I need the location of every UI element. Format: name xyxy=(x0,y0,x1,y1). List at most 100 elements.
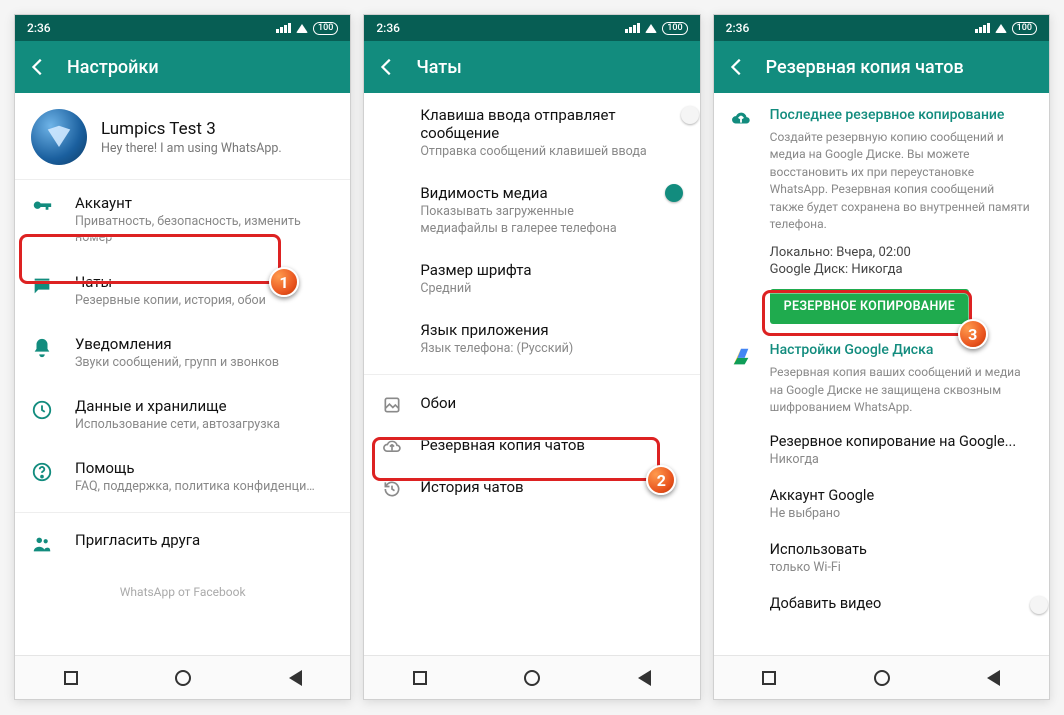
chat-icon xyxy=(31,275,55,297)
app-bar: Резервная копия чатов xyxy=(714,41,1049,93)
battery-icon: 100 xyxy=(662,22,687,35)
screen-title: Чаты xyxy=(416,57,461,78)
cloud-upload-icon xyxy=(730,107,752,129)
item-sub: Звуки сообщений, групп и звонков xyxy=(75,355,279,371)
nav-back-icon[interactable] xyxy=(289,670,302,686)
settings-item-help[interactable]: Помощь FAQ, поддержка, политика конфиден… xyxy=(15,445,350,507)
setting-media-visibility[interactable]: Видимость медиа Показывать загруженные м… xyxy=(364,171,699,248)
item-title: Обои xyxy=(420,394,456,412)
wifi-icon xyxy=(296,24,308,33)
gdrive-heading: Настройки Google Диска xyxy=(770,342,1031,358)
nav-home-icon[interactable] xyxy=(175,670,191,686)
item-title: Использовать xyxy=(770,541,1031,558)
item-title: Уведомления xyxy=(75,335,279,353)
settings-item-account[interactable]: Аккаунт Приватность, безопасность, измен… xyxy=(15,180,350,259)
status-bar: 2:36 100 xyxy=(364,15,699,41)
item-title: Резервная копия чатов xyxy=(420,436,585,454)
divider xyxy=(364,374,699,375)
back-icon[interactable] xyxy=(726,56,748,78)
item-title: Чаты xyxy=(75,273,266,291)
back-icon[interactable] xyxy=(376,56,398,78)
item-title: Язык приложения xyxy=(420,321,573,339)
settings-item-invite[interactable]: Пригласить друга xyxy=(15,517,350,567)
setting-enter-sends[interactable]: Клавиша ввода отправляет сообщение Отпра… xyxy=(364,93,699,171)
item-title: Помощь xyxy=(75,459,315,477)
settings-content: Lumpics Test 3 Hey there! I am using Wha… xyxy=(15,93,350,655)
item-title: Пригласить друга xyxy=(75,531,200,549)
row-wallpaper[interactable]: Обои xyxy=(364,381,699,423)
gdrive-backup-info: Google Диск: Никогда xyxy=(770,262,1031,277)
settings-item-notifications[interactable]: Уведомления Звуки сообщений, групп и зво… xyxy=(15,321,350,383)
item-sub: Отправка сообщений клавишей ввода xyxy=(420,144,650,160)
invite-icon xyxy=(31,533,55,555)
nav-home-icon[interactable] xyxy=(524,670,540,686)
chats-content: Клавиша ввода отправляет сообщение Отпра… xyxy=(364,93,699,655)
backup-now-button[interactable]: РЕЗЕРВНОЕ КОПИРОВАНИЕ xyxy=(770,289,969,324)
nav-home-icon[interactable] xyxy=(874,670,890,686)
signal-icon xyxy=(276,23,291,33)
screen-title: Настройки xyxy=(67,57,159,78)
item-sub: Показывать загруженные медиафайлы в гале… xyxy=(420,204,650,237)
profile-status: Hey there! I am using WhatsApp. xyxy=(101,141,282,156)
wallpaper-icon xyxy=(382,395,402,415)
nav-recents-icon[interactable] xyxy=(64,671,78,685)
status-right: 100 xyxy=(625,22,687,35)
item-title: Резервное копирование на Google... xyxy=(770,433,1031,450)
item-sub: Язык телефона: (Русский) xyxy=(420,341,573,357)
profile-row[interactable]: Lumpics Test 3 Hey there! I am using Wha… xyxy=(15,93,350,180)
nav-back-icon[interactable] xyxy=(638,670,651,686)
status-time: 2:36 xyxy=(27,21,51,35)
nav-recents-icon[interactable] xyxy=(413,671,427,685)
help-icon xyxy=(31,461,55,483)
screenshot-settings: 2:36 100 Настройки Lumpics Test 3 Hey th… xyxy=(14,14,351,700)
back-icon[interactable] xyxy=(27,56,49,78)
setting-app-language[interactable]: Язык приложения Язык телефона: (Русский) xyxy=(364,308,699,368)
screenshot-backup: 2:36 100 Резервная копия чатов Последнее… xyxy=(713,14,1050,700)
status-bar: 2:36 100 xyxy=(15,15,350,41)
gdrive-desc: Резервная копия ваших сообщений и медиа … xyxy=(770,364,1031,416)
setting-font-size[interactable]: Размер шрифта Средний xyxy=(364,248,699,308)
settings-item-chats[interactable]: Чаты Резервные копии, история, обои xyxy=(15,259,350,321)
item-sub: Резервные копии, история, обои xyxy=(75,293,266,309)
row-backup-over[interactable]: Использовать только Wi-Fi xyxy=(714,531,1049,585)
settings-item-data[interactable]: Данные и хранилище Использование сети, а… xyxy=(15,383,350,445)
signal-icon xyxy=(625,23,640,33)
item-title: Клавиша ввода отправляет сообщение xyxy=(420,106,681,142)
history-icon xyxy=(382,479,402,499)
last-backup-desc: Создайте резервную копию сообщений и мед… xyxy=(770,129,1031,233)
nav-back-icon[interactable] xyxy=(987,670,1000,686)
google-drive-icon xyxy=(730,346,752,368)
wifi-icon xyxy=(645,24,657,33)
row-google-account[interactable]: Аккаунт Google Не выбрано xyxy=(714,477,1049,531)
avatar xyxy=(31,109,87,165)
data-icon xyxy=(31,399,55,421)
last-backup-heading: Последнее резервное копирование xyxy=(770,107,1031,123)
screenshot-chats: 2:36 100 Чаты Клавиша ввода отправляет с… xyxy=(363,14,700,700)
item-sub: Средний xyxy=(420,281,531,297)
status-time: 2:36 xyxy=(376,21,400,35)
item-sub: Использование сети, автозагрузка xyxy=(75,417,280,433)
row-history[interactable]: История чатов xyxy=(364,465,699,507)
cloud-upload-icon xyxy=(382,437,402,457)
battery-icon: 100 xyxy=(1012,22,1037,35)
nav-recents-icon[interactable] xyxy=(762,671,776,685)
app-bar: Чаты xyxy=(364,41,699,93)
key-icon xyxy=(31,196,55,218)
battery-icon: 100 xyxy=(313,22,338,35)
row-backup-frequency[interactable]: Резервное копирование на Google... Никог… xyxy=(714,423,1049,477)
footer-text: WhatsApp от Facebook xyxy=(15,567,350,605)
row-include-video[interactable]: Добавить видео xyxy=(714,585,1049,622)
signal-icon xyxy=(975,23,990,33)
last-backup-block: Последнее резервное копирование Создайте… xyxy=(714,93,1049,332)
item-title: Аккаунт xyxy=(75,194,334,212)
wifi-icon xyxy=(995,24,1007,33)
status-right: 100 xyxy=(276,22,338,35)
android-navbar xyxy=(714,655,1049,699)
status-right: 100 xyxy=(975,22,1037,35)
backup-content: Последнее резервное копирование Создайте… xyxy=(714,93,1049,655)
item-sub: Никогда xyxy=(770,452,1031,467)
row-backup[interactable]: Резервная копия чатов xyxy=(364,423,699,465)
item-title: Данные и хранилище xyxy=(75,397,280,415)
status-time: 2:36 xyxy=(726,21,750,35)
item-sub: только Wi-Fi xyxy=(770,560,1031,575)
